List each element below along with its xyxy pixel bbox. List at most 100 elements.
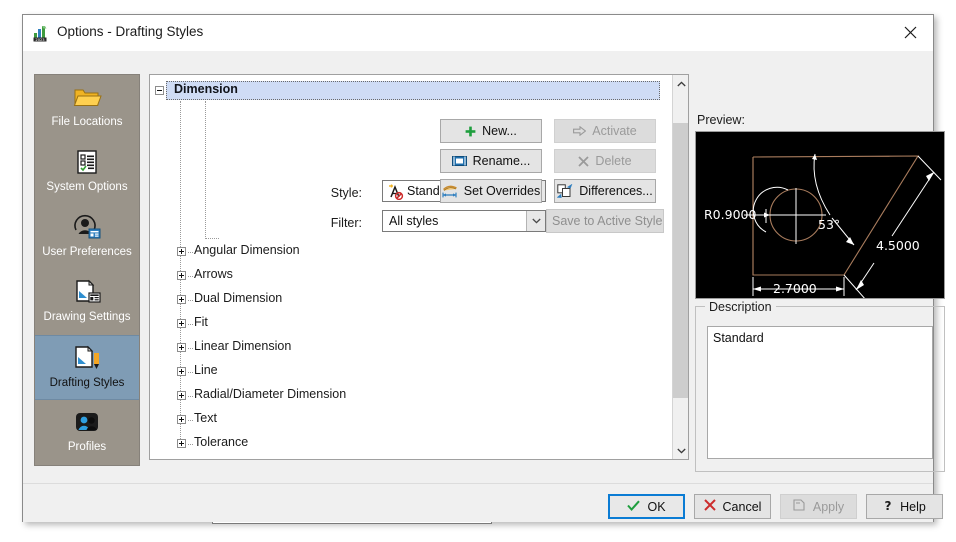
window-title: Options - Drafting Styles [57, 24, 203, 39]
filter-label: Filter: [322, 216, 362, 230]
delete-button: Delete [554, 149, 656, 173]
users-icon [70, 406, 104, 438]
overrides-icon [442, 184, 458, 198]
apply-button: Apply [780, 494, 857, 519]
tree-node-label: Fit [194, 315, 208, 329]
sidebar-item-user-preferences[interactable]: User Preferences [35, 205, 139, 270]
sidebar-item-system-options[interactable]: System Options [35, 140, 139, 205]
sidebar-item-label: User Preferences [42, 246, 131, 259]
save-to-active-style-label: Save to Active Style [552, 214, 662, 228]
differences-button-label: Differences... [579, 184, 652, 198]
description-text: Standard [713, 331, 764, 345]
title-bar: 2023 Options - Drafting Styles [23, 15, 933, 51]
expand-icon[interactable] [177, 271, 186, 280]
sidebar-item-label: Profiles [68, 441, 106, 454]
description-box[interactable]: Standard [707, 326, 933, 459]
delete-button-label: Delete [595, 154, 631, 168]
x-icon [704, 499, 716, 514]
save-to-active-style-button: Save to Active Style [546, 209, 664, 233]
document-pencil-icon [70, 342, 104, 374]
tree-connector-dash [188, 348, 193, 349]
expand-icon[interactable] [177, 343, 186, 352]
tree-connector-dash [188, 252, 193, 253]
ok-button[interactable]: OK [608, 494, 685, 519]
collapse-root-icon[interactable] [155, 86, 164, 95]
ok-button-label: OK [647, 500, 665, 514]
svg-text:2023: 2023 [35, 38, 44, 42]
folder-icon [70, 81, 104, 113]
document-settings-icon [70, 276, 104, 308]
tree-connector-dash [188, 420, 193, 421]
sidebar-item-drafting-styles[interactable]: Drafting Styles [35, 335, 139, 400]
dimension-style-icon [388, 184, 404, 200]
x-icon [578, 156, 589, 167]
scrollbar-thumb[interactable] [673, 123, 689, 398]
tree-node-label: Line [194, 363, 218, 377]
expand-icon[interactable] [177, 319, 186, 328]
chevron-down-icon[interactable] [526, 211, 545, 231]
svg-text:?: ? [885, 499, 892, 512]
dimension-text-linear: 2.7000 [773, 281, 817, 296]
sidebar: File Locations Syste [34, 74, 140, 466]
expand-icon[interactable] [177, 439, 186, 448]
rename-button[interactable]: Rename... [440, 149, 542, 173]
arrow-right-icon [573, 126, 586, 136]
expand-icon[interactable] [177, 295, 186, 304]
sidebar-item-profiles[interactable]: Profiles [35, 400, 139, 465]
tree-node-label: Tolerance [194, 435, 248, 449]
tree-root-row[interactable] [166, 81, 660, 100]
tree-node-label: Radial/Diameter Dimension [194, 387, 346, 401]
dialog-body: File Locations Syste [23, 51, 933, 483]
check-icon [627, 500, 640, 514]
new-button-label: New... [482, 124, 517, 138]
user-icon [70, 211, 104, 243]
description-legend: Description [705, 300, 776, 314]
tree-scrollbar[interactable] [672, 75, 688, 459]
checklist-icon [70, 146, 104, 178]
apply-button-label: Apply [813, 500, 844, 514]
help-button[interactable]: ? Help [866, 494, 943, 519]
tree-connector-dash [188, 444, 193, 445]
sidebar-item-label: Drafting Styles [50, 377, 125, 390]
set-overrides-button-label: Set Overrides [464, 184, 540, 198]
new-button[interactable]: New... [440, 119, 542, 143]
question-icon: ? [883, 499, 893, 515]
cad-app-icon: 2023 [33, 25, 50, 42]
rename-button-label: Rename... [473, 154, 531, 168]
tree-connector-dash [188, 276, 193, 277]
tree-connector-line [205, 101, 206, 239]
chevron-down-icon[interactable] [673, 442, 689, 459]
help-button-label: Help [900, 500, 926, 514]
tree-connector-line [205, 238, 219, 239]
close-icon[interactable] [887, 15, 933, 49]
tree-connector-dash [188, 396, 193, 397]
expand-icon[interactable] [177, 247, 186, 256]
cancel-button[interactable]: Cancel [694, 494, 771, 519]
plus-icon [465, 126, 476, 137]
sidebar-item-drawing-settings[interactable]: Drawing Settings [35, 270, 139, 335]
style-label: Style: [322, 186, 362, 200]
set-overrides-button[interactable]: Set Overrides [440, 179, 542, 203]
expand-icon[interactable] [177, 367, 186, 376]
sidebar-item-label: File Locations [52, 116, 123, 129]
expand-icon[interactable] [177, 415, 186, 424]
settings-tree: Dimension Style: Standard [150, 75, 672, 459]
dimension-text-angular: 53° [818, 217, 840, 232]
filter-combobox[interactable]: All styles [382, 210, 546, 232]
tree-connector-dash [188, 300, 193, 301]
tree-node-label: Text [194, 411, 217, 425]
preview-drawing: R0.9000 53° 4.5000 [696, 132, 944, 298]
tree-node-label: Angular Dimension [194, 243, 300, 257]
apply-icon [793, 499, 806, 514]
sidebar-item-file-locations[interactable]: File Locations [35, 75, 139, 140]
differences-button[interactable]: Differences... [554, 179, 656, 203]
tree-root-label: Dimension [174, 82, 238, 96]
settings-tree-panel: Dimension Style: Standard [149, 74, 689, 460]
expand-icon[interactable] [177, 391, 186, 400]
activate-button: Activate [554, 119, 656, 143]
sidebar-item-label: System Options [46, 181, 127, 194]
tree-node-label: Linear Dimension [194, 339, 291, 353]
rename-icon [452, 155, 467, 167]
tree-connector-dash [188, 372, 193, 373]
chevron-up-icon[interactable] [673, 75, 689, 92]
